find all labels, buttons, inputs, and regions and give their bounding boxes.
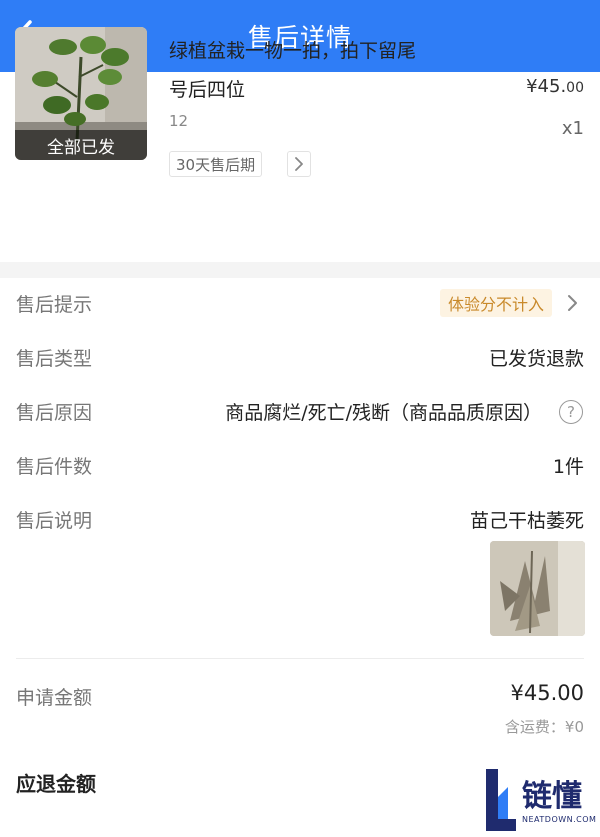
count-label: 售后件数 <box>16 456 93 478</box>
product-price: ¥45.00 <box>526 76 584 97</box>
section-divider <box>0 262 600 278</box>
product-title-line2: 号后四位 <box>169 79 246 101</box>
product-quantity: x1 <box>561 118 584 139</box>
product-title[interactable]: 绿植盆栽一物一拍，拍下留尾 号后四位 <box>169 32 489 110</box>
row-after-sale-type: 售后类型 已发货退款 <box>0 338 600 378</box>
product-title-line1: 绿植盆栽一物一拍，拍下留尾 <box>169 40 417 62</box>
price-decimal: 00 <box>566 80 584 96</box>
evidence-photo[interactable] <box>490 541 585 636</box>
watermark-subtext: NEATDOWN.COM <box>522 815 597 824</box>
chevron-right-icon <box>295 157 303 171</box>
after-sale-period-tag[interactable]: 30天售后期 <box>169 151 263 177</box>
tip-label: 售后提示 <box>16 294 93 316</box>
apply-amount-label: 申请金额 <box>16 687 93 709</box>
count-value: 1件 <box>552 456 584 478</box>
divider-line <box>16 658 584 659</box>
row-after-sale-reason: 售后原因 商品腐烂/死亡/残断（商品品质原因） ? <box>0 392 600 432</box>
watermark-text: 链懂 <box>522 779 582 814</box>
shipping-fee-note: 含运费：¥0 <box>504 718 584 736</box>
question-icon[interactable]: ? <box>559 400 583 424</box>
chevron-right-icon <box>568 295 577 311</box>
type-label: 售后类型 <box>16 348 93 370</box>
policy-detail-button[interactable] <box>287 151 311 177</box>
price-main: ¥45. <box>526 76 567 97</box>
description-value: 苗己干枯萎死 <box>469 510 584 532</box>
description-label: 售后说明 <box>16 510 93 532</box>
refund-amount-label: 应退金额 <box>16 772 96 796</box>
tip-badge: 体验分不计入 <box>439 289 552 317</box>
watermark-logo: 链懂 NEATDOWN.COM <box>484 763 600 837</box>
reason-value: 商品腐烂/死亡/残断（商品品质原因） <box>225 402 542 424</box>
withered-plant-photo <box>490 541 585 636</box>
type-value: 已发货退款 <box>488 348 584 370</box>
logo-l-mark <box>486 769 516 831</box>
row-after-sale-count: 售后件数 1件 <box>0 446 600 486</box>
reason-label: 售后原因 <box>16 402 93 424</box>
product-spec: 12 <box>169 112 189 130</box>
row-after-sale-description: 售后说明 苗己干枯萎死 <box>0 500 600 540</box>
row-after-sale-tip[interactable]: 售后提示 体验分不计入 <box>0 284 600 324</box>
apply-amount-value: ¥45.00 <box>510 681 584 705</box>
shipped-badge: 全部已发 <box>15 130 147 160</box>
product-thumbnail[interactable]: 全部已发 <box>15 27 147 160</box>
